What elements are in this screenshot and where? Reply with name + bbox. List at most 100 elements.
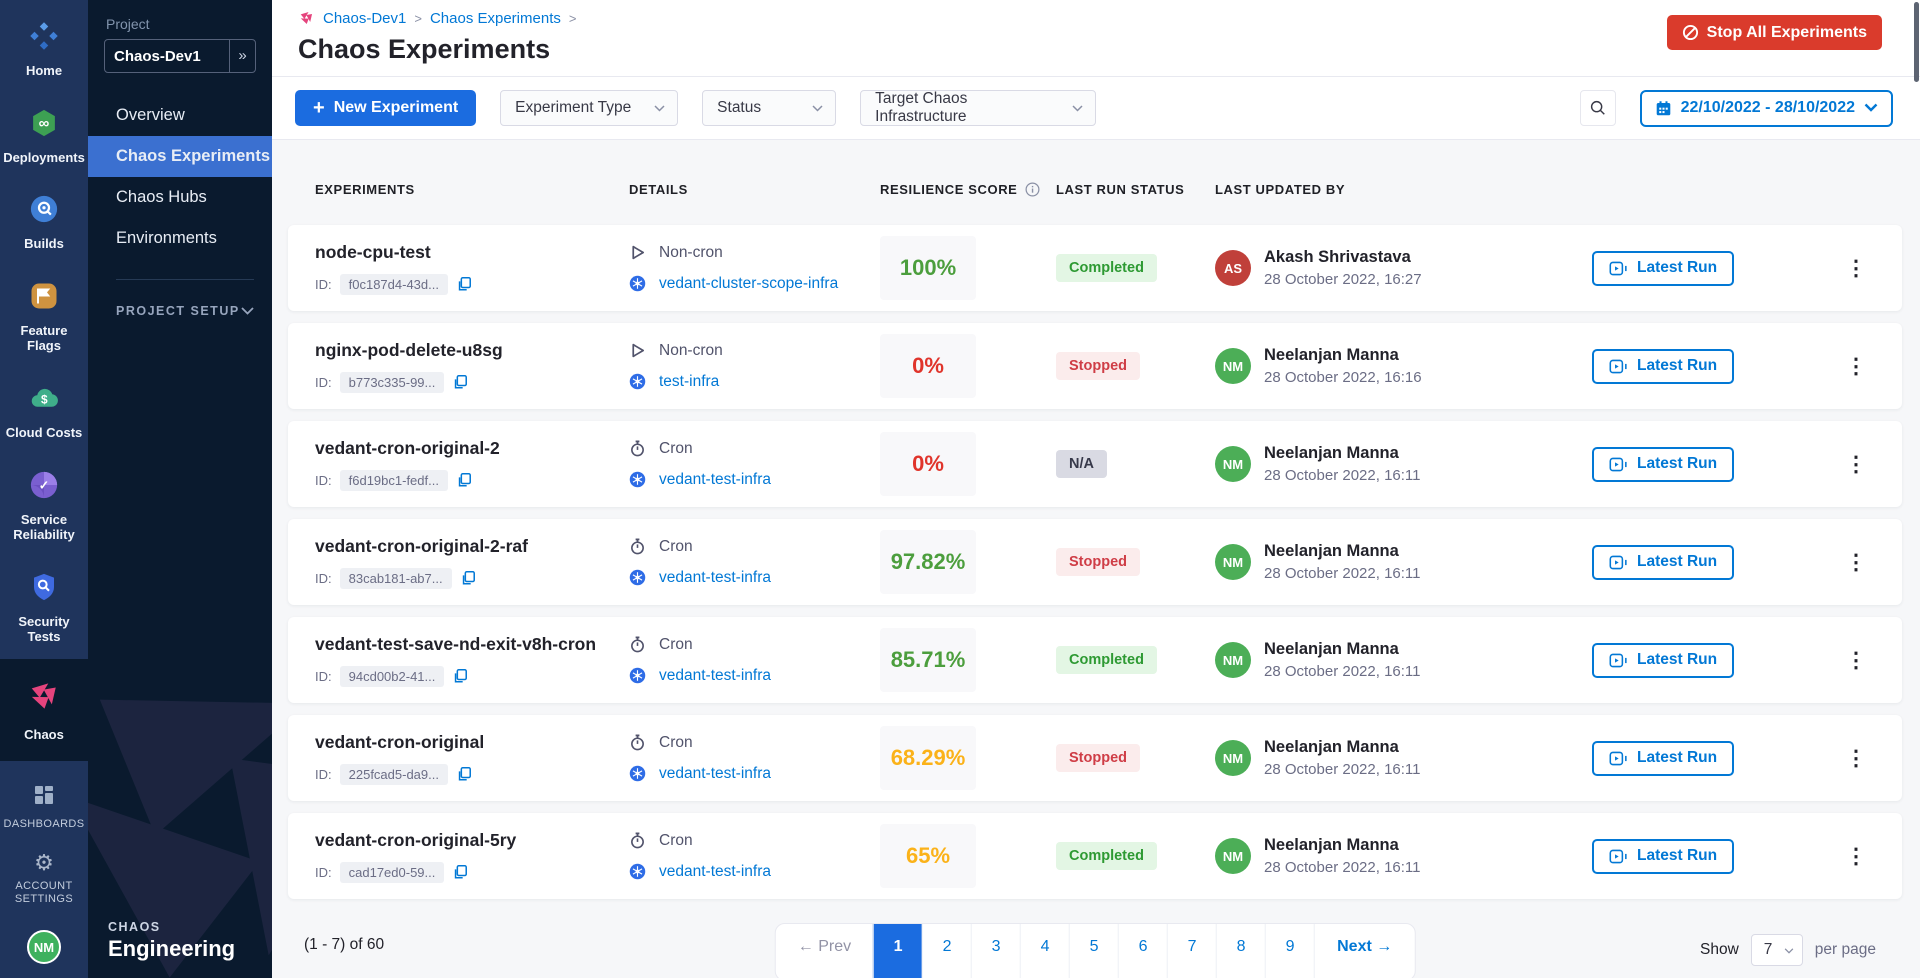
sidebar-item-security-tests[interactable]: Security Tests (0, 557, 88, 659)
breadcrumb-page-link[interactable]: Chaos Experiments (430, 10, 561, 27)
experiment-name-link[interactable]: node-cpu-test (315, 242, 629, 263)
page-button-2[interactable]: 2 (922, 924, 971, 978)
infrastructure-link[interactable]: vedant-test-infra (659, 765, 771, 783)
experiment-name-link[interactable]: vedant-cron-original-5ry (315, 830, 629, 851)
copy-icon[interactable] (452, 668, 468, 684)
sidebar-item-label: Builds (24, 236, 64, 252)
kebab-menu-icon[interactable]: ⋮ (1842, 748, 1870, 769)
info-icon[interactable] (1025, 182, 1040, 197)
search-button[interactable] (1580, 90, 1616, 126)
app-window: Home ∞ Deployments Builds Feature Flags … (0, 0, 1920, 978)
sidebar-item-dashboards[interactable]: DASHBOARDS (0, 773, 89, 841)
copy-icon[interactable] (452, 374, 468, 390)
page-button-5[interactable]: 5 (1069, 924, 1118, 978)
kebab-menu-icon[interactable]: ⋮ (1842, 650, 1870, 671)
vertical-scrollbar-thumb[interactable] (1914, 2, 1919, 82)
copy-icon[interactable] (456, 766, 472, 782)
run-view-icon (1609, 358, 1628, 375)
latest-run-button[interactable]: Latest Run (1592, 741, 1734, 776)
resilience-score-value: 65% (880, 824, 976, 888)
experiment-name-link[interactable]: vedant-cron-original-2 (315, 438, 629, 459)
kebab-menu-icon[interactable]: ⋮ (1842, 356, 1870, 377)
sidebar-item-chaos[interactable]: Chaos (0, 659, 88, 761)
copy-icon[interactable] (456, 472, 472, 488)
copy-icon[interactable] (460, 570, 476, 586)
kebab-menu-icon[interactable]: ⋮ (1842, 552, 1870, 573)
project-setup-toggle[interactable]: PROJECT SETUP (116, 279, 254, 318)
menu-item-label: Chaos Experiments (116, 147, 270, 166)
page-button-6[interactable]: 6 (1118, 924, 1167, 978)
status-badge: Completed (1056, 646, 1157, 674)
sidebar-item-label: Chaos (24, 727, 64, 743)
menu-item-environments[interactable]: Environments (88, 218, 272, 259)
kubernetes-icon (629, 275, 646, 292)
experiment-name-link[interactable]: vedant-cron-original-2-raf (315, 536, 629, 557)
page-button-3[interactable]: 3 (971, 924, 1020, 978)
latest-run-button[interactable]: Latest Run (1592, 839, 1734, 874)
breadcrumb-project-link[interactable]: Chaos-Dev1 (323, 10, 406, 27)
latest-run-button[interactable]: Latest Run (1592, 251, 1734, 286)
user-avatar[interactable]: NM (27, 930, 61, 964)
id-label: ID: (315, 375, 332, 390)
infrastructure-link[interactable]: vedant-test-infra (659, 569, 771, 587)
kebab-menu-icon[interactable]: ⋮ (1842, 846, 1870, 867)
latest-run-button[interactable]: Latest Run (1592, 349, 1734, 384)
sidebar-item-feature-flags[interactable]: Feature Flags (0, 266, 88, 368)
infrastructure-link[interactable]: vedant-cluster-scope-infra (659, 275, 838, 293)
experiment-name-link[interactable]: nginx-pod-delete-u8sg (315, 340, 629, 361)
column-header-experiments: EXPERIMENTS (315, 182, 629, 197)
latest-run-button[interactable]: Latest Run (1592, 643, 1734, 678)
next-page-button[interactable]: Next → (1314, 924, 1414, 978)
kebab-menu-icon[interactable]: ⋮ (1842, 258, 1870, 279)
copy-icon[interactable] (452, 864, 468, 880)
actions-cell: Latest Run (1592, 741, 1842, 776)
sidebar-item-service-reliability[interactable]: ✓ Service Reliability (0, 455, 88, 557)
infrastructure-link[interactable]: test-infra (659, 373, 719, 391)
per-page-select[interactable]: 7 (1751, 934, 1803, 966)
latest-run-button[interactable]: Latest Run (1592, 545, 1734, 580)
last-updated-by-cell: NM Neelanjan Manna 28 October 2022, 16:1… (1215, 738, 1592, 778)
per-page-group: Show 7 per page (1700, 934, 1876, 966)
target-infrastructure-filter[interactable]: Target Chaos Infrastructure (860, 90, 1096, 126)
last-run-status-cell: Stopped (1056, 548, 1215, 576)
page-button-7[interactable]: 7 (1167, 924, 1216, 978)
sidebar-item-cloud-costs[interactable]: $ Cloud Costs (0, 368, 88, 455)
chaos-icon (26, 679, 62, 720)
page-button-9[interactable]: 9 (1265, 924, 1314, 978)
date-range-picker[interactable]: 22/10/2022 - 28/10/2022 (1640, 90, 1893, 127)
sidebar-item-account-settings[interactable]: ⚙ ACCOUNT SETTINGS (1, 842, 87, 916)
actions-cell: Latest Run (1592, 251, 1842, 286)
actions-cell: Latest Run (1592, 447, 1842, 482)
project-selector[interactable]: Chaos-Dev1 » (104, 39, 256, 73)
sidebar-item-deployments[interactable]: ∞ Deployments (0, 93, 88, 180)
page-button-4[interactable]: 4 (1020, 924, 1069, 978)
infrastructure-link[interactable]: vedant-test-infra (659, 863, 771, 881)
sidebar-item-builds[interactable]: Builds (0, 179, 88, 266)
menu-item-overview[interactable]: Overview (88, 95, 272, 136)
status-filter[interactable]: Status (702, 90, 836, 126)
experiment-name-link[interactable]: vedant-test-save-nd-exit-v8h-cron (315, 634, 629, 655)
calendar-icon (1655, 100, 1672, 117)
run-view-icon (1609, 260, 1628, 277)
latest-run-button[interactable]: Latest Run (1592, 447, 1734, 482)
page-button-1[interactable]: 1 (873, 924, 922, 978)
menu-item-chaos-hubs[interactable]: Chaos Hubs (88, 177, 272, 218)
details-cell: Non-cron test-infra (629, 342, 880, 391)
updated-timestamp: 28 October 2022, 16:11 (1264, 565, 1421, 582)
infrastructure-link[interactable]: vedant-test-infra (659, 471, 771, 489)
experiment-type-filter[interactable]: Experiment Type (500, 90, 678, 126)
prev-page-button[interactable]: ← Prev (776, 924, 873, 978)
id-label: ID: (315, 571, 332, 586)
page-button-8[interactable]: 8 (1216, 924, 1265, 978)
status-badge: Stopped (1056, 744, 1140, 772)
project-expand-icon[interactable]: » (229, 40, 255, 72)
sidebar-item-home[interactable]: Home (0, 6, 88, 93)
stop-all-experiments-button[interactable]: Stop All Experiments (1667, 15, 1882, 50)
infrastructure-link[interactable]: vedant-test-infra (659, 667, 771, 685)
experiment-name-link[interactable]: vedant-cron-original (315, 732, 629, 753)
menu-item-chaos-experiments[interactable]: Chaos Experiments (88, 136, 272, 177)
copy-icon[interactable] (456, 276, 472, 292)
kebab-menu-icon[interactable]: ⋮ (1842, 454, 1870, 475)
resilience-score-cell: 85.71% (880, 628, 1056, 692)
new-experiment-button[interactable]: + New Experiment (295, 90, 476, 126)
